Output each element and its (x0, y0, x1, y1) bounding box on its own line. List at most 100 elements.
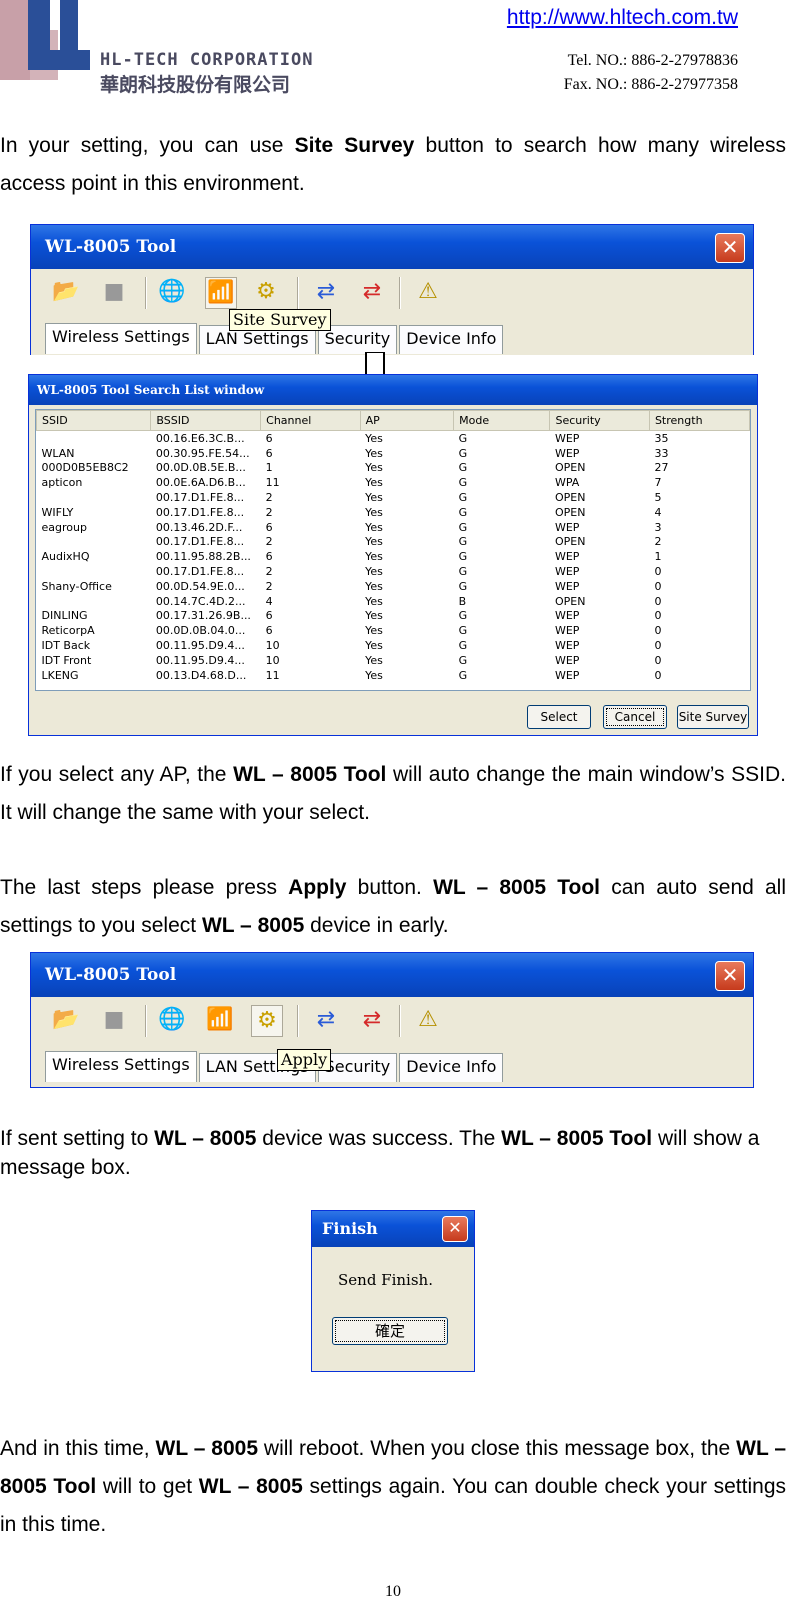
site-survey-button[interactable]: Site Survey (677, 705, 749, 729)
table-row[interactable]: 00.17.D1.FE.8... 2 Yes G OPEN 5 (37, 490, 750, 505)
table-cell: 4 (265, 594, 273, 608)
globe-icon[interactable]: 🌐 (157, 1005, 187, 1035)
table-cell: 35 (654, 431, 669, 445)
page-number: 10 (385, 1583, 401, 1600)
table-row[interactable]: 000D0B5EB8C2 00.0D.0B.5E.B... 1 Yes G OPEN 27 (37, 461, 750, 476)
table-cell: 00.17.D1.FE.8... (155, 535, 245, 549)
table-cell: G (458, 461, 468, 475)
table-cell: Yes (365, 550, 383, 564)
table-row[interactable]: 00.17.D1.FE.8... 2 Yes G WEP 0 (37, 564, 750, 579)
site-survey-tooltip: Site Survey (229, 309, 331, 331)
table-row[interactable]: apticon 00.0E.6A.D6.B... 11 Yes G WPA 7 (37, 475, 750, 490)
table-cell: 00.11.95.88.2B... (155, 550, 251, 564)
table-cell: 2 (265, 565, 273, 579)
globe-icon[interactable]: 🌐 (157, 277, 187, 307)
table-row[interactable]: eagroup 00.13.46.2D.F... 6 Yes G WEP 3 (37, 520, 750, 535)
table-cell: 00.13.46.2D.F... (155, 520, 243, 534)
table-cell: G (458, 653, 468, 667)
table-cell: LKENG (41, 668, 79, 682)
table-cell: WEP (554, 550, 580, 564)
table-cell: 0 (654, 624, 662, 638)
paragraph-apply: The last steps please press Apply button… (0, 876, 786, 937)
company-logo: HL-TECH CORPORATION 華朗科技股份有限公司 (0, 0, 350, 96)
apply-icon[interactable]: ⚙ (251, 277, 281, 307)
column-header[interactable]: Channel (260, 410, 361, 431)
table-row[interactable]: 00.16.E6.3C.B... 6 Yes G WEP 35 (37, 431, 750, 446)
table-row[interactable]: LKENG 00.13.D4.68.D... 11 Yes G WEP 0 (37, 668, 750, 683)
table-cell: 00.11.95.D9.4... (155, 639, 245, 653)
table-cell: WLAN (41, 446, 75, 460)
column-header[interactable]: Security (549, 410, 650, 431)
table-cell: Yes (365, 668, 383, 682)
table-cell: WEP (554, 653, 580, 667)
close-icon[interactable]: ✕ (442, 1216, 468, 1242)
cancel-button[interactable]: Cancel (603, 705, 667, 729)
table-row[interactable]: Shany-Office 00.0D.54.9E.0... 2 Yes G WEP 0 (37, 579, 750, 594)
table-cell: WEP (554, 668, 580, 682)
open-folder-icon[interactable]: 📂 (51, 1005, 81, 1035)
ok-button[interactable]: 確定 (332, 1317, 448, 1345)
tab-device-info[interactable]: Device Info (399, 1053, 504, 1082)
website-link[interactable]: http://www.hltech.com.tw (507, 6, 738, 30)
table-cell: IDT Back (41, 639, 91, 653)
stop-icon[interactable]: ■ (99, 1005, 129, 1035)
table-cell: 10 (265, 639, 280, 653)
refresh-blue-icon[interactable]: ⇄ (311, 1005, 341, 1035)
table-row[interactable]: ReticorpA 00.0D.0B.04.0... 6 Yes G WEP 0 (37, 623, 750, 638)
refresh-red-icon[interactable]: ⇄ (357, 277, 387, 307)
table-row[interactable]: WLAN 00.30.95.FE.54... 6 Yes G WEP 33 (37, 446, 750, 461)
table-cell: G (458, 520, 468, 534)
column-header[interactable]: Mode (453, 410, 551, 431)
table-cell: eagroup (41, 520, 87, 534)
table-cell: G (458, 609, 468, 623)
refresh-red-icon[interactable]: ⇄ (357, 1005, 387, 1035)
table-cell: 2 (265, 505, 273, 519)
stop-icon[interactable]: ■ (99, 277, 129, 307)
open-folder-icon[interactable]: 📂 (51, 277, 81, 307)
table-row[interactable]: IDT Front 00.11.95.D9.4... 10 Yes G WEP 0 (37, 653, 750, 668)
table-cell: 6 (265, 550, 273, 564)
refresh-blue-icon[interactable]: ⇄ (311, 277, 341, 307)
table-row[interactable]: WIFLY 00.17.D1.FE.8... 2 Yes G OPEN 4 (37, 505, 750, 520)
table-cell: WEP (554, 431, 580, 445)
table-row[interactable]: DINLING 00.17.31.26.9B... 6 Yes G WEP 0 (37, 609, 750, 624)
help-icon[interactable]: ⚠ (413, 277, 443, 307)
tab-wireless-settings[interactable]: Wireless Settings (45, 1051, 197, 1082)
table-cell: 2 (265, 579, 273, 593)
logo-chinese: 華朗科技股份有限公司 (100, 74, 291, 96)
table-cell: G (458, 550, 468, 564)
table-row[interactable]: AudixHQ 00.11.95.88.2B... 6 Yes G WEP 1 (37, 549, 750, 564)
close-icon[interactable]: ✕ (715, 233, 745, 263)
wireless-icon[interactable]: 📶 (205, 277, 237, 309)
table-cell: Yes (365, 565, 383, 579)
tab-device-info[interactable]: Device Info (399, 325, 504, 354)
table-cell: DINLING (41, 609, 88, 623)
table-cell: 00.17.D1.FE.8... (155, 505, 245, 519)
table-cell: IDT Front (41, 653, 92, 667)
table-cell: G (458, 565, 468, 579)
table-cell: OPEN (554, 505, 586, 519)
column-header[interactable]: Strength (648, 410, 750, 431)
table-cell: 00.14.7C.4D.2... (155, 594, 246, 608)
table-cell: OPEN (554, 461, 586, 475)
table-cell: 00.17.D1.FE.8... (155, 565, 245, 579)
table-row[interactable]: 00.17.D1.FE.8... 2 Yes G OPEN 2 (37, 535, 750, 550)
column-header[interactable]: BSSID (150, 410, 262, 431)
table-cell: Yes (365, 431, 383, 445)
table-cell: 00.30.95.FE.54... (155, 446, 250, 460)
select-button[interactable]: Select (527, 705, 591, 729)
help-icon[interactable]: ⚠ (413, 1005, 443, 1035)
table-cell: ReticorpA (41, 624, 95, 638)
table-row[interactable]: IDT Back 00.11.95.D9.4... 10 Yes G WEP 0 (37, 638, 750, 653)
column-header[interactable]: AP (359, 410, 455, 431)
table-cell: G (458, 639, 468, 653)
tel-number: Tel. NO.: 886-2-27978836 (567, 52, 738, 69)
column-header[interactable]: SSID (36, 410, 152, 431)
tab-wireless-settings[interactable]: Wireless Settings (45, 323, 197, 354)
wireless-icon[interactable]: 📶 (205, 1005, 235, 1035)
table-row[interactable]: 00.14.7C.4D.2... 4 Yes B OPEN 0 (37, 594, 750, 609)
table-cell: 3 (654, 520, 662, 534)
table-cell: WEP (554, 579, 580, 593)
apply-icon[interactable]: ⚙ (251, 1005, 283, 1037)
close-icon[interactable]: ✕ (715, 961, 745, 991)
